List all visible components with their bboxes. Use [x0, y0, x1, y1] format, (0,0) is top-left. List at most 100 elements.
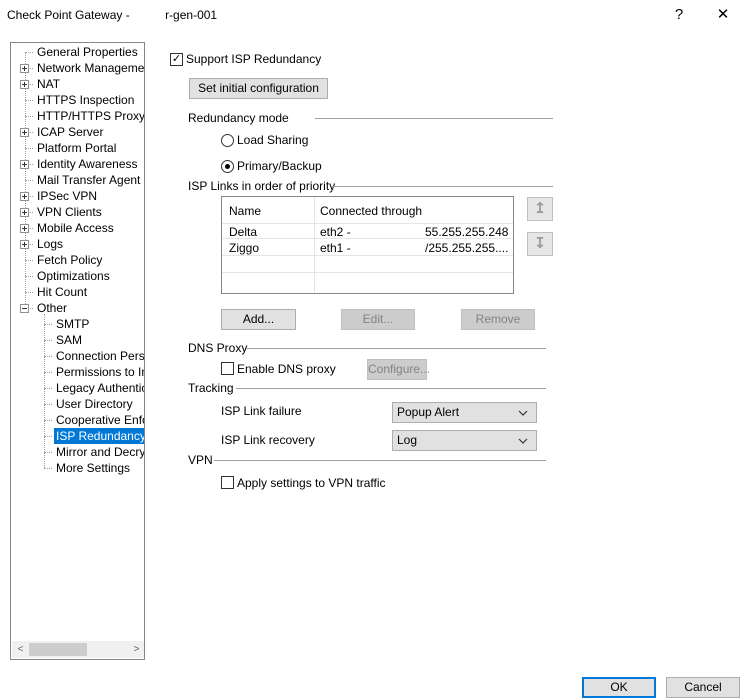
load-sharing-radio[interactable] — [221, 134, 234, 147]
apply-vpn-checkbox[interactable] — [221, 476, 234, 489]
scroll-thumb[interactable] — [29, 643, 87, 656]
divider — [214, 460, 546, 461]
expand-plus-icon[interactable] — [20, 192, 29, 201]
edit-button[interactable]: Edit... — [341, 309, 415, 330]
row-divider — [222, 272, 513, 273]
column-header-connected-through[interactable]: Connected through — [320, 204, 422, 218]
ok-button[interactable]: OK — [582, 677, 656, 698]
expand-plus-icon[interactable] — [20, 128, 29, 137]
isp-link-recovery-value: Log — [397, 433, 418, 447]
tree-connector — [44, 372, 52, 373]
tree-item-fetch-policy[interactable]: Fetch Policy — [11, 252, 144, 268]
tree-connector — [44, 420, 52, 421]
expand-plus-icon[interactable] — [20, 240, 29, 249]
isp-links-table[interactable]: Name Connected through Delta eth2 - 55.2… — [221, 196, 514, 294]
tree-connector — [44, 388, 52, 389]
tree-item-connection-persist[interactable]: Connection Persist — [11, 348, 145, 364]
tree-item-permissions-to-insta[interactable]: Permissions to Insta — [11, 364, 144, 380]
tree-item-label: Hit Count — [37, 285, 88, 299]
tree-item-platform-portal[interactable]: Platform Portal — [11, 140, 144, 156]
tree-item-mobile-access[interactable]: Mobile Access — [11, 220, 144, 236]
tree-item-logs[interactable]: Logs — [11, 236, 144, 252]
expand-plus-icon[interactable] — [20, 160, 29, 169]
column-header-name[interactable]: Name — [229, 204, 261, 218]
support-isp-checkbox[interactable]: ✓ — [170, 53, 183, 66]
apply-vpn-label: Apply settings to VPN traffic — [237, 476, 386, 490]
collapse-minus-icon[interactable] — [20, 304, 29, 313]
tree-item-icap-server[interactable]: ICAP Server — [11, 124, 144, 140]
enable-dns-proxy-checkbox[interactable] — [221, 362, 234, 375]
tree-item-label: Optimizations — [37, 269, 110, 283]
header-divider — [222, 223, 513, 224]
scroll-left-arrow-icon[interactable]: < — [12, 641, 29, 658]
tree-item-hit-count[interactable]: Hit Count — [11, 284, 144, 300]
tree-item-label: Cooperative Enforc — [56, 413, 144, 427]
tree-item-label: SAM — [56, 333, 83, 347]
tree-item-mail-transfer-agent[interactable]: Mail Transfer Agent — [11, 172, 144, 188]
configure-button[interactable]: Configure... — [367, 359, 430, 380]
primary-backup-radio[interactable] — [221, 160, 234, 173]
tree-item-user-directory[interactable]: User Directory — [11, 396, 144, 412]
tree-item-legacy-authentica[interactable]: Legacy Authentica — [11, 380, 144, 396]
tree-item-general-properties[interactable]: General Properties — [11, 44, 144, 60]
window-title-text: Check Point Gateway - — [7, 8, 134, 22]
tree-item-smtp[interactable]: SMTP — [11, 316, 144, 332]
tree-connector — [44, 436, 52, 437]
isp-link-failure-value: Popup Alert — [397, 405, 460, 419]
scroll-right-arrow-icon[interactable]: > — [128, 641, 144, 658]
cancel-button[interactable]: Cancel — [666, 677, 740, 698]
help-button[interactable]: ? — [664, 4, 694, 26]
tree-connector — [25, 180, 33, 181]
tree-item-isp-redundancy[interactable]: ISP Redundancy — [11, 428, 144, 444]
tree-item-label: More Settings — [56, 461, 131, 475]
tree-item-label: User Directory — [56, 397, 133, 411]
tree-item-label: Connection Persist — [56, 349, 145, 363]
row-divider — [222, 255, 513, 256]
expand-plus-icon[interactable] — [20, 64, 29, 73]
navigation-tree[interactable]: General Properties Network Management NAT H… — [10, 42, 145, 660]
move-up-arrow-icon[interactable]: ↥ — [527, 197, 553, 221]
tree-item-identity-awareness[interactable]: Identity Awareness — [11, 156, 144, 172]
tree-item-mirror-and-decrypt[interactable]: Mirror and Decrypt — [11, 444, 144, 460]
tree-item-label: Other — [37, 301, 68, 315]
tree-connector — [44, 340, 52, 341]
expand-plus-icon[interactable] — [20, 80, 29, 89]
redundancy-mode-header: Redundancy mode — [188, 111, 289, 125]
isp-link-recovery-select[interactable]: Log — [392, 430, 537, 451]
tree-item-label: Logs — [37, 237, 64, 251]
tree-item-label: IPSec VPN — [37, 189, 98, 203]
set-initial-configuration-button[interactable]: Set initial configuration — [189, 78, 328, 99]
tree-item-vpn-clients[interactable]: VPN Clients — [11, 204, 144, 220]
tree-item-more-settings[interactable]: More Settings — [11, 460, 144, 476]
primary-backup-label: Primary/Backup — [237, 159, 322, 173]
tree-item-label: Fetch Policy — [37, 253, 103, 267]
expand-plus-icon[interactable] — [20, 208, 29, 217]
tree-item-https-inspection[interactable]: HTTPS Inspection — [11, 92, 144, 108]
tree-connector — [25, 116, 33, 117]
tree-item-other[interactable]: Other — [11, 300, 144, 316]
row-address: 55.255.255.248 — [425, 225, 509, 239]
tree-item-ipsec-vpn[interactable]: IPSec VPN — [11, 188, 144, 204]
close-button[interactable]: ✕ — [708, 4, 738, 26]
tree-item-http-https-proxy[interactable]: HTTP/HTTPS Proxy — [11, 108, 145, 124]
move-down-arrow-icon[interactable]: ↧ — [527, 232, 553, 256]
expand-plus-icon[interactable] — [20, 224, 29, 233]
tree-item-label: ICAP Server — [37, 125, 104, 139]
divider — [315, 118, 553, 119]
tree-item-label: Mail Transfer Agent — [37, 173, 141, 187]
chevron-down-icon — [518, 403, 528, 429]
tree-item-optimizations[interactable]: Optimizations — [11, 268, 144, 284]
tree-item-sam[interactable]: SAM — [11, 332, 144, 348]
tree-connector — [44, 324, 52, 325]
tree-item-nat[interactable]: NAT — [11, 76, 144, 92]
add-button[interactable]: Add... — [221, 309, 296, 330]
remove-button[interactable]: Remove — [461, 309, 535, 330]
tree-item-label: Permissions to Insta — [56, 365, 144, 379]
tree-horizontal-scrollbar[interactable]: < > — [12, 641, 144, 658]
tree-item-label: Network Management — [37, 61, 145, 75]
tree-item-label: HTTP/HTTPS Proxy — [37, 109, 145, 123]
tree-item-cooperative-enforc[interactable]: Cooperative Enforc — [11, 412, 144, 428]
tree-connector — [25, 148, 33, 149]
tree-item-network-management[interactable]: Network Management — [11, 60, 145, 76]
isp-link-failure-select[interactable]: Popup Alert — [392, 402, 537, 423]
